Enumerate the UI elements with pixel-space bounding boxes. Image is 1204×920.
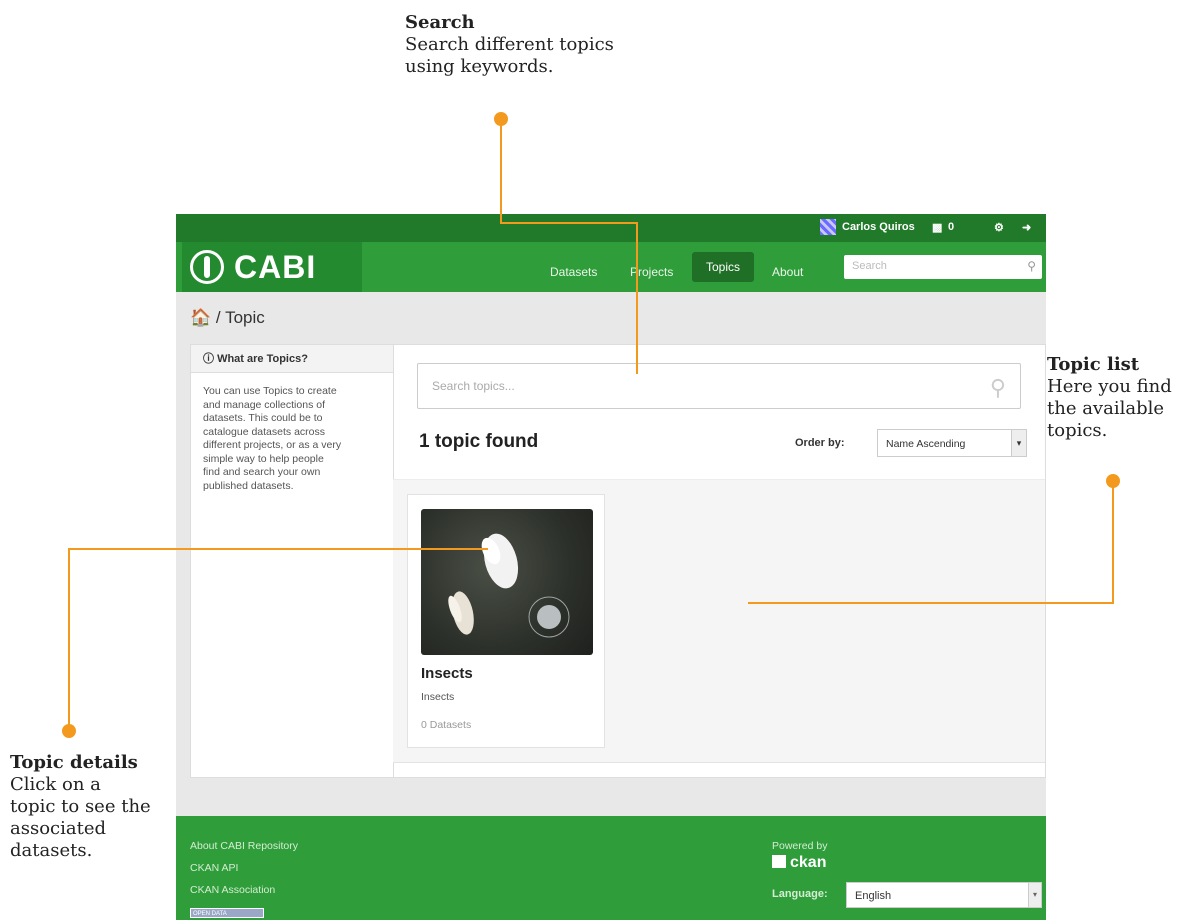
search-callout-line: Search different topics [405,34,614,55]
ckan-logo-icon [772,855,786,868]
breadcrumb-current[interactable]: Topic [225,308,265,327]
search-callout-line-shape [500,222,638,224]
topic-list-callout-line: topics. [1047,420,1108,441]
nav-about[interactable]: About [772,258,803,286]
topic-details-callout-line: topic to see the [10,796,151,817]
nav-datasets[interactable]: Datasets [550,258,597,286]
sidebar-line: simple way to help people [203,452,324,465]
search-callout-line: using keywords. [405,56,554,77]
topic-list-callout-title: Topic list [1047,354,1140,375]
sidebar-line: datasets. This could be to [203,412,323,424]
content-panel: ⓘ What are Topics? You can use Topics to… [190,344,1046,778]
sidebar-line: different projects, or as a very [203,439,342,451]
user-name-link[interactable]: Carlos Quiros [842,221,915,233]
header-search-placeholder: Search [852,260,887,272]
order-by-value: Name Ascending [886,438,966,450]
ckan-logo-text: ckan [790,854,827,871]
topic-list-callout-line-shape [1112,486,1114,604]
breadcrumb-sep: / [215,308,221,327]
language-value: English [855,890,892,902]
ckan-logo[interactable]: ckan [772,854,826,872]
topic-list-callout-line: the available [1047,398,1165,419]
sidebar: ⓘ What are Topics? You can use Topics to… [191,345,394,777]
search-icon[interactable]: ⚲ [990,375,1006,401]
avatar-icon[interactable] [820,219,836,235]
language-label: Language: [772,888,828,900]
footer-link-api[interactable]: CKAN API [190,862,238,874]
topic-list-callout-line: Here you find [1047,376,1172,397]
breadcrumb: 🏠 / Topic [190,308,265,328]
header-search-input[interactable]: Search ⚲ [844,255,1042,279]
sidebar-line: You can use Topics to create [203,385,337,397]
dropdown-arrow-icon: ▾ [1011,430,1026,456]
sidebar-line: find and search your own [203,466,321,478]
topic-card[interactable]: Insects Insects 0 Datasets [407,494,605,748]
sidebar-line: published datasets. [203,479,294,492]
account-bar: Carlos Quiros ▩ 0 ⚙ ➜ [176,214,1046,242]
topic-dataset-count: 0 Datasets [421,719,472,731]
topic-details-callout-title: Topic details [10,752,138,773]
logo-text: CABI [234,249,317,285]
sidebar-line: catalogue datasets across [203,425,325,438]
topic-image[interactable] [421,509,593,655]
cabi-logo-icon [190,250,224,284]
topic-details-callout-line: datasets. [10,840,93,861]
language-select[interactable]: English ▾ [846,882,1042,908]
results-count: 1 topic found [419,431,539,452]
footer: About CABI Repository CKAN API CKAN Asso… [176,816,1046,920]
home-icon[interactable]: 🏠 [190,308,211,327]
powered-by-label: Powered by [772,840,828,852]
topic-details-callout-line-shape [68,548,70,726]
cabi-screenshot: Carlos Quiros ▩ 0 ⚙ ➜ CABI Datasets Proj… [176,214,1046,920]
topic-search-input[interactable]: Search topics... ⚲ [417,363,1021,409]
search-callout-line-shape [500,124,502,224]
dropdown-arrow-icon: ▾ [1028,883,1041,907]
search-callout-title: Search [405,12,475,33]
topic-details-callout-dot [62,724,76,738]
topic-details-callout-line-shape [68,548,488,550]
search-callout-line-shape [636,222,638,374]
topic-details-callout: Topic details Click on a topic to see th… [10,752,151,862]
topic-list-callout: Topic list Here you find the available t… [1047,354,1172,442]
logout-icon[interactable]: ➜ [1022,221,1031,234]
topic-list-callout-line-shape [748,602,1114,604]
info-icon: ⓘ [203,353,214,365]
topic-details-callout-line: associated [10,818,107,839]
search-icon[interactable]: ⚲ [1027,259,1036,273]
settings-gear-icon[interactable]: ⚙ [994,221,1004,234]
topic-search-placeholder: Search topics... [432,379,515,393]
topic-details-callout-line: Click on a [10,774,101,795]
order-by-select[interactable]: Name Ascending ▾ [877,429,1027,457]
sidebar-body: You can use Topics to create and manage … [203,385,383,493]
footer-link-about[interactable]: About CABI Repository [190,840,298,852]
dashboard-icon[interactable]: ▩ [932,221,942,234]
nav-topics[interactable]: Topics [692,252,755,282]
topic-description: Insects [421,691,455,703]
search-callout: Search Search different topics using key… [405,12,614,78]
open-data-badge[interactable]: OPEN DATA [190,908,264,918]
dashboard-count[interactable]: 0 [948,221,954,233]
footer-link-association[interactable]: CKAN Association [190,884,275,896]
order-by-label: Order by: [795,437,845,449]
masthead: CABI Datasets Projects Topics About Sear… [176,242,1046,292]
sidebar-line: and manage collections of [203,398,325,411]
insect-photo [448,533,570,638]
topic-list: Insects Insects 0 Datasets [393,479,1045,763]
sidebar-heading-text: What are Topics? [217,353,308,365]
sidebar-heading: ⓘ What are Topics? [191,345,393,373]
topic-title[interactable]: Insects [421,665,473,682]
site-logo[interactable]: CABI [182,242,362,292]
